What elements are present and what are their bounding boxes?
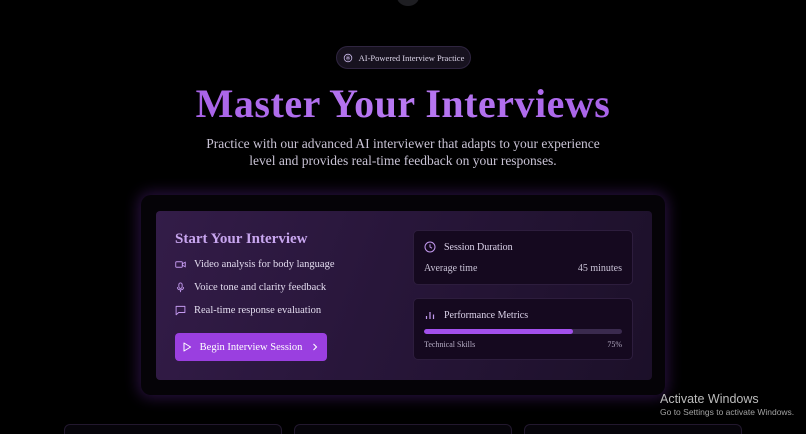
- hero-title: Master Your Interviews: [0, 80, 806, 127]
- start-interview-title: Start Your Interview: [175, 231, 308, 247]
- bar-chart-icon: [425, 312, 435, 319]
- average-time-label: Average time: [424, 263, 478, 274]
- performance-metrics-title: Performance Metrics: [444, 309, 529, 321]
- page: AI-Powered Interview Practice Master You…: [0, 0, 806, 434]
- play-icon: [183, 342, 191, 352]
- begin-interview-button[interactable]: Begin Interview Session: [175, 333, 327, 361]
- video-icon: [175, 261, 186, 268]
- brain-icon: [343, 53, 352, 62]
- technical-skills-label: Technical Skills: [424, 340, 476, 349]
- begin-interview-label: Begin Interview Session: [199, 341, 303, 353]
- activate-windows-subtitle: Go to Settings to activate Windows.: [660, 407, 795, 417]
- session-duration-row: Average time 45 minutes: [424, 263, 622, 274]
- hero-subtitle: Practice with our advanced AI interviewe…: [206, 136, 600, 168]
- feature-card-2: [294, 424, 512, 434]
- badge-label: AI-Powered Interview Practice: [358, 52, 465, 63]
- feature-card-3: [524, 424, 742, 434]
- progress-fill: [424, 329, 573, 334]
- feature-card-1: [64, 424, 282, 434]
- session-duration-header: Session Duration: [424, 241, 513, 253]
- feature-video: Video analysis for body language: [175, 259, 335, 270]
- session-duration-panel: Session Duration Average time 45 minutes: [413, 230, 633, 285]
- mic-icon: [176, 282, 185, 293]
- feature-voice: Voice tone and clarity feedback: [175, 282, 326, 293]
- technical-skills-value: 75%: [607, 340, 622, 349]
- feature-realtime: Real-time response evaluation: [175, 305, 321, 316]
- ai-badge: AI-Powered Interview Practice: [336, 46, 471, 69]
- average-time-value: 45 minutes: [577, 263, 622, 274]
- feature-label: Video analysis for body language: [194, 259, 335, 270]
- technical-skills-row: Technical Skills 75%: [424, 340, 622, 349]
- chat-icon: [175, 305, 186, 316]
- performance-metrics-panel: Performance Metrics Technical Skills 75%: [413, 298, 633, 360]
- performance-metrics-header: Performance Metrics: [424, 309, 528, 321]
- activate-windows-title: Activate Windows: [660, 392, 759, 406]
- feature-label: Real-time response evaluation: [194, 305, 322, 316]
- scroll-top-indicator: [397, 0, 419, 6]
- session-duration-title: Session Duration: [444, 241, 513, 253]
- feature-label: Voice tone and clarity feedback: [194, 282, 327, 293]
- clock-icon: [424, 241, 436, 253]
- technical-skills-progress: [424, 329, 622, 334]
- chevron-right-icon: [313, 343, 318, 351]
